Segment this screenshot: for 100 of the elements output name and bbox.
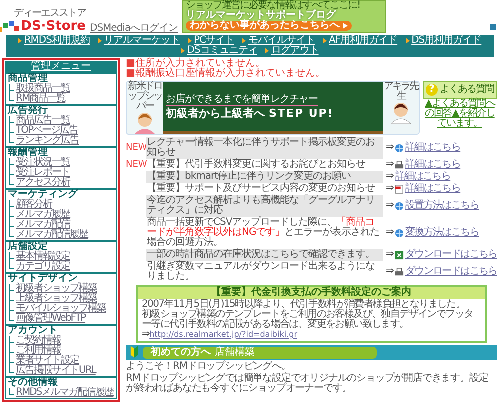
details-link[interactable]: ダウンロードはこちら xyxy=(405,250,498,260)
section-heading: サイトデザイン xyxy=(8,274,78,284)
beginner-mark-icon xyxy=(130,346,139,359)
menu-link[interactable]: 基本情報設定 xyxy=(9,252,114,262)
news-text: 【重要】サポート及びサービス内容の変更のお知らせ xyxy=(146,183,376,194)
menu-link[interactable]: アクセス分析 xyxy=(9,178,114,188)
nav-link[interactable]: モバイルサイト xyxy=(242,36,315,46)
arrow-mark: ⇒ xyxy=(386,250,394,260)
menu-link[interactable]: メルマガ履歴 xyxy=(9,210,114,220)
document-icon xyxy=(395,184,404,194)
menu-link[interactable]: TOPページ広告 xyxy=(9,126,114,136)
menu-link[interactable]: 受注状況一覧 xyxy=(9,158,114,168)
section-heading: マーケティング xyxy=(8,190,80,200)
globe-icon xyxy=(395,202,404,210)
nav-link[interactable]: ログアウト xyxy=(265,46,319,56)
logo-reading: ディーエスストア xyxy=(14,9,86,19)
section-heading: その他情報 xyxy=(8,378,59,388)
section-heading: 店舗設定 xyxy=(8,242,48,252)
news-text: レクチャー情報一本化に伴うサポート掲示板変更のお知らせ xyxy=(146,137,383,159)
banner-title: リアルマーケットサポートブログ xyxy=(186,11,336,21)
notice-text: 初級ショップ構築のテンプレートをご利用のお客様及び、独自デザインでフッター等に代引手数料の記載がある場合は、変更をお願い致します。 xyxy=(142,310,474,330)
menu-link[interactable]: 商品広告一覧 xyxy=(9,116,114,126)
menu-link[interactable]: 広告掲載サイトURL xyxy=(9,366,114,376)
intro-text: ようこそ！RMドロップシッピングへ。 xyxy=(126,362,292,372)
faq-button[interactable]: ? よくある質問 xyxy=(423,81,497,99)
warning-text: ■住所が入力されていません。 xyxy=(126,59,266,69)
nav-link[interactable]: DSコミュニティ xyxy=(181,46,258,56)
menu-link[interactable]: 上級者ショップ構築 xyxy=(9,294,114,304)
details-link[interactable]: 変換方法はこちら xyxy=(405,228,479,238)
details-link[interactable]: 詳細はこちら xyxy=(405,160,461,170)
arrow-mark: ⇒ xyxy=(386,228,394,238)
url-link[interactable]: http://ds.realmarket.jp/?id=daibiki.gr xyxy=(150,330,298,339)
person-figure xyxy=(133,112,157,134)
person-figure xyxy=(389,102,413,124)
menu-link[interactable]: 顧客分析 xyxy=(9,200,114,210)
menu-link[interactable]: 初級者ショップ構築 xyxy=(9,284,114,294)
blocks-icon xyxy=(0,20,20,34)
menu-link[interactable]: 取扱商品一覧 xyxy=(9,84,114,94)
arrow-mark: ⇒ xyxy=(386,201,394,211)
news-text: 今迄のアクセス解析よりも高機能な「グーグルアナリティクス」に対応 xyxy=(146,195,383,217)
menu-title: 管理メニュー xyxy=(5,61,117,73)
printer-icon xyxy=(395,160,404,170)
banner-button[interactable]: わからない事があったらこちらへ xyxy=(186,21,352,31)
menu-link[interactable]: カテゴリ設定 xyxy=(9,262,114,272)
menu-link[interactable]: モバイルショップ構築 xyxy=(9,304,114,314)
nav-link[interactable]: DS用利用ガイド xyxy=(406,36,482,46)
square-icon[interactable] xyxy=(490,24,496,30)
warning-text: ■報酬振込口座情報が入力されていません。 xyxy=(126,69,326,79)
nav-link[interactable]: リアルマーケット xyxy=(98,36,180,46)
globe-icon xyxy=(395,144,404,152)
section-title: 初めての方へ 店舗構築 xyxy=(143,346,377,358)
intro-text: RMドロップシッピングでは簡単な設定でオリジナルのショップが開店できます。設定が終わればあなたも今すぐにショップオーナーです。 xyxy=(126,374,490,394)
arrow-mark: ⇒ xyxy=(386,267,394,277)
menu-link[interactable]: RMDSメルマガ配信履歴 xyxy=(9,388,114,398)
menu-link[interactable]: メルマガ配信履歴 xyxy=(9,230,114,240)
menu-link[interactable]: 画像管理WebFTP xyxy=(9,314,114,324)
arrow-mark: ⇒ xyxy=(386,160,394,170)
menu-link[interactable]: ご利用情報 xyxy=(9,346,114,356)
news-text: 商品一括更新でCSVアップロードした際に、「商品コードが半角数字以外はNGです」とエラーが表示された場合の回避方法。 xyxy=(146,217,381,248)
menu-link[interactable]: ご契約情報 xyxy=(9,336,114,346)
arrow-mark: ⇒ xyxy=(386,143,394,153)
details-link[interactable]: 詳細はこちら xyxy=(405,184,461,194)
details-link[interactable]: ダウンロードはこちら xyxy=(405,267,498,277)
question-icon: ? xyxy=(426,84,438,96)
details-link[interactable]: 詳細はこちら xyxy=(395,172,451,182)
arrow-mark: ⇒ xyxy=(386,184,394,194)
section-heading: 広告発行 xyxy=(8,106,48,116)
news-text: 一部の時計商品の在庫状況はこちらで確認できます。 xyxy=(146,249,383,261)
news-text: 【重要】bkmart停止に伴うリンク変更のお願い xyxy=(146,171,383,183)
arrow-mark: ⇒ xyxy=(142,329,150,340)
menu-link[interactable]: 業者サイト設定 xyxy=(9,356,114,366)
nav-link[interactable]: RMDS利用規約 xyxy=(18,36,90,46)
notice-title: 【重要】代金引換支払の手数料設定のご案内 xyxy=(138,287,485,299)
section-heading: 商品管理 xyxy=(8,74,48,84)
section-heading: アカウント xyxy=(8,326,58,336)
logo[interactable]: DS·Store xyxy=(21,19,86,34)
banner-caption: お店ができるまでを簡単レクチャー xyxy=(166,94,318,106)
faq-link[interactable]: ▲よくある質問への回答▲を紹介しています。 xyxy=(423,99,497,129)
details-link[interactable]: 設置方法はこちら xyxy=(405,201,479,211)
new-label: NEW xyxy=(126,160,148,170)
menu-link[interactable]: RM商品一覧 xyxy=(9,94,114,104)
menu-link[interactable]: ランキング広告 xyxy=(9,136,114,146)
nav-link[interactable]: AF用利用ガイド xyxy=(322,36,398,46)
globe-icon xyxy=(395,228,404,238)
login-link[interactable]: DSMediaへログイン xyxy=(90,24,178,34)
new-label: NEW xyxy=(126,143,148,153)
menu-link[interactable]: メルマガ配信 xyxy=(9,220,114,230)
details-link[interactable]: 詳細はこちら xyxy=(405,143,461,153)
character-label: アキラ先生 xyxy=(383,82,419,102)
news-text: 【重要】代引手数料変更に関するお詫びとお知らせ xyxy=(147,159,366,170)
step-up-text: STEP UP! xyxy=(269,108,334,118)
section-heading: 報酬管理 xyxy=(8,148,48,158)
printer-icon xyxy=(395,268,404,276)
notice-text: 2007年11月5日(月)15時以降より、代引手数料が消費者様負担となりました。 xyxy=(142,300,466,310)
spreadsheet-icon xyxy=(395,250,404,260)
news-text: 引継ぎ変数マニュアルがダウンロード出来るようになりました。 xyxy=(146,261,376,283)
nav-link[interactable]: PCサイト xyxy=(188,36,234,46)
character-label: 新米ドロップシッパー xyxy=(127,82,163,112)
menu-link[interactable]: 受注レポート xyxy=(9,168,114,178)
arrow-mark: ⇒ xyxy=(386,172,394,182)
